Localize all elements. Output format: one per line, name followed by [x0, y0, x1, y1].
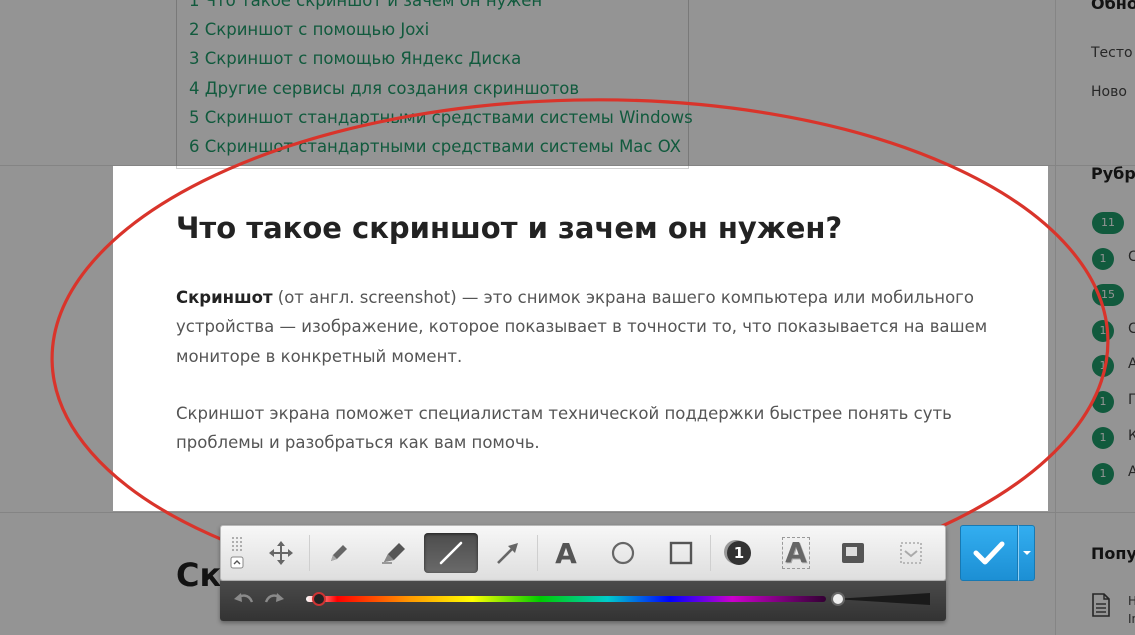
dim-overlay [0, 0, 1135, 166]
rectangle-icon [669, 541, 693, 565]
confirm-button[interactable] [960, 525, 1018, 581]
chevron-down-icon [1022, 551, 1031, 555]
outline-text-tool-button[interactable]: A [769, 533, 823, 573]
color-slider[interactable] [306, 596, 826, 602]
text-tool-glyph: A [555, 536, 577, 570]
pencil-icon [331, 545, 347, 561]
article-paragraph: Скриншот (от англ. screenshot) — это сни… [176, 283, 1016, 371]
size-slider[interactable] [834, 593, 930, 605]
confirm-dropdown-button[interactable] [1018, 525, 1035, 581]
marker-icon [382, 543, 405, 564]
paragraph-text: (от англ. screenshot) — это снимок экран… [176, 288, 988, 366]
move-tool-button[interactable] [254, 533, 308, 573]
blur-icon [842, 543, 864, 563]
toolbar-separator [710, 535, 711, 571]
dim-overlay [1048, 166, 1135, 511]
text-tool-button[interactable]: A [539, 533, 593, 573]
toolbar-separator [309, 535, 310, 571]
crop-tool-button[interactable] [884, 533, 938, 573]
circle-icon [611, 541, 635, 565]
article-paragraph: Скриншот экрана поможет специалистам тех… [176, 404, 952, 453]
outline-text-glyph: A [782, 537, 810, 569]
checkmark-icon [973, 541, 1005, 565]
line-icon [439, 541, 463, 565]
article-heading: Что такое скриншот и зачем он нужен? [176, 211, 843, 245]
color-slider-handle[interactable] [312, 592, 326, 606]
crop-icon [900, 542, 922, 564]
pencil-tool-button[interactable] [311, 533, 365, 573]
counter-tool-button[interactable]: 1 [712, 533, 766, 573]
arrow-icon [497, 543, 518, 564]
drag-handle-icon[interactable] [228, 534, 246, 570]
dim-overlay [0, 166, 113, 511]
bold-term: Скриншот [176, 288, 273, 307]
rectangle-tool-button[interactable] [654, 533, 708, 573]
ellipse-tool-button[interactable] [596, 533, 650, 573]
move-arrows-icon [269, 541, 293, 565]
line-tool-button[interactable] [424, 533, 478, 573]
toolbar-separator [537, 535, 538, 571]
counter-icon: 1 [727, 541, 751, 565]
arrow-tool-button[interactable] [481, 533, 535, 573]
blur-tool-button[interactable] [826, 533, 880, 573]
size-slider-handle[interactable] [831, 592, 845, 606]
redo-icon[interactable] [263, 590, 285, 610]
marker-tool-button[interactable] [367, 533, 421, 573]
undo-icon[interactable] [233, 590, 255, 610]
